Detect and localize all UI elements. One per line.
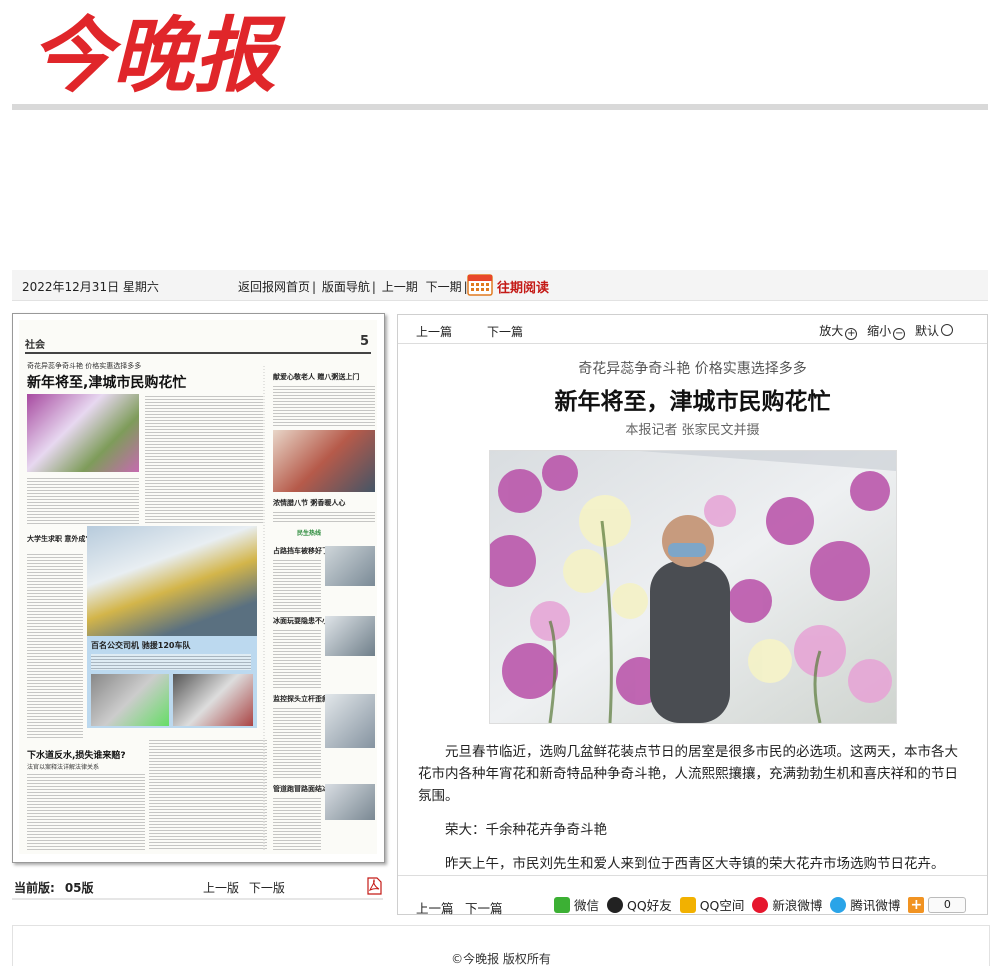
thumb-headline[interactable]: 新年将至,津城市民购花忙 [27, 372, 186, 392]
bottom-next-article[interactable]: 下一篇 [465, 898, 503, 917]
home-link[interactable]: 返回报网首页 [238, 280, 310, 294]
logo-text: 今晚报 [30, 8, 286, 100]
current-page-label: 当前版: [14, 881, 55, 895]
circle-icon [941, 324, 953, 336]
thumb-mid-headline[interactable]: 下水道反水,损失谁来赔? [27, 748, 126, 761]
text-block [149, 738, 267, 850]
date-nav-bar: 2022年12月31日 星期六 返回报网首页 | 版面导航 | 上一期 下一期 | 往… [12, 270, 988, 301]
pdf-icon[interactable] [366, 877, 382, 895]
thumb-photo-4[interactable] [173, 674, 253, 726]
thumb-right-head-4[interactable]: 冰面玩耍隐患不小 [273, 616, 329, 626]
share-bar: 微信 QQ好友 QQ空间 新浪微博 腾讯微博 + 0 [554, 895, 967, 914]
article-toolbar: 上一篇 下一篇 放大 + 缩小 − 默认 [398, 315, 987, 344]
current-page-indicator: 当前版: 05版 [14, 879, 94, 896]
thumb-blue-caption[interactable]: 百名公交司机 驰援120车队 [91, 640, 190, 651]
calendar-icon[interactable] [467, 272, 493, 296]
page-pager: 上一版 下一版 [203, 879, 291, 896]
text-block [273, 384, 375, 426]
thumb-mid-sub: 法官以案释法详解法律关系 [27, 764, 100, 771]
thumb-ambulance-photo[interactable] [87, 526, 257, 636]
left-divider [12, 898, 383, 900]
thumb-right-head-5[interactable]: 监控探头立杆歪斜 [273, 694, 329, 704]
tencent-weibo-icon [830, 896, 847, 913]
top-prev-article[interactable]: 上一篇 [416, 323, 452, 340]
thumb-photo-9[interactable] [325, 784, 375, 820]
newspaper-logo[interactable]: 今晚报 [28, 4, 298, 100]
text-block [273, 510, 375, 524]
page-nav-link[interactable]: 版面导航 [322, 280, 370, 294]
zoom-in-button[interactable]: 放大 + [819, 324, 863, 340]
page-thumbnail[interactable]: 社会 5 奇花异蕊争奇斗艳 价格实惠选择多多 新年将至,津城市民购花忙 大学生求… [19, 320, 377, 854]
article-paragraph: 昨天上午，市民刘先生和爱人来到位于西青区大寺镇的荣大花卉市场选购节日花卉。 [445, 856, 945, 872]
nav-links: 返回报网首页 | 版面导航 | 上一期 下一期 | [238, 280, 468, 294]
thumb-photo-7[interactable] [325, 616, 375, 656]
text-block [91, 654, 251, 670]
thumb-photo-5[interactable] [273, 430, 375, 492]
thumb-kicker: 奇花异蕊争奇斗艳 价格实惠选择多多 [27, 362, 142, 370]
thumb-right-head-6[interactable]: 管道跑冒路面结冰 [273, 784, 329, 794]
copyright: ©今晚报 版权所有 [451, 952, 551, 966]
article-body: 元旦春节临近，选购几盆鲜花装点节日的居室是很多市民的必选项。这两天，本市各大花市… [418, 741, 970, 887]
thumb-photo-3[interactable] [91, 674, 169, 726]
thumb-right-head-3[interactable]: 占路挡车被移好了 [273, 546, 329, 556]
more-share-plus-icon[interactable]: + [908, 896, 925, 913]
text-block [27, 476, 139, 524]
column-rule [263, 364, 265, 850]
article-panel: 上一篇 下一篇 放大 + 缩小 − 默认 奇花异蕊争奇斗艳 价格实惠选择多多 新年将… [397, 314, 988, 917]
article-footer-bar: 上一篇 下一篇 微信 QQ好友 QQ空间 新浪微博 腾讯微博 + 0 [398, 875, 987, 917]
thumb-photo-6[interactable] [325, 546, 375, 586]
text-block [273, 706, 321, 780]
past-reading-link[interactable]: 往期阅读 [497, 277, 549, 296]
text-block [273, 628, 321, 690]
share-qzone[interactable]: QQ空间 [679, 895, 744, 914]
thumb-flower-photo[interactable] [27, 394, 139, 472]
text-block [145, 394, 263, 524]
article-subheading: 荣大：千余种花卉争奇斗艳 [445, 822, 607, 838]
page-number: 5 [359, 334, 369, 349]
qzone-star-icon [679, 896, 696, 913]
page-thumbnail-frame[interactable]: 社会 5 奇花异蕊争奇斗艳 价格实惠选择多多 新年将至,津城市民购花忙 大学生求… [12, 313, 385, 863]
next-page-link[interactable]: 下一版 [249, 881, 285, 895]
issue-date: 2022年12月31日 星期六 [22, 280, 159, 294]
page-section: 社会 [25, 340, 45, 351]
article-title: 新年将至，津城市民购花忙 [554, 388, 831, 415]
text-block [273, 796, 321, 850]
plus-circle-icon: + [845, 328, 858, 340]
article-paragraph: 元旦春节临近，选购几盆鲜花装点节日的居室是很多市民的必选项。这两天，本市各大花市… [418, 744, 958, 804]
article-byline: 本报记者 张家民文并摄 [625, 423, 760, 438]
footer: ©今晚报 版权所有 [12, 925, 990, 966]
thumb-right-head-1[interactable]: 献爱心敬老人 赠八粥送上门 [273, 372, 359, 382]
text-block [27, 772, 145, 850]
minus-circle-icon: − [893, 328, 906, 340]
share-sina-weibo[interactable]: 新浪微博 [752, 895, 822, 914]
top-next-article[interactable]: 下一篇 [487, 323, 523, 340]
default-size-button[interactable]: 默认 [915, 324, 959, 338]
share-tencent-weibo[interactable]: 腾讯微博 [830, 895, 900, 914]
prev-issue-link[interactable]: 上一期 [382, 280, 418, 294]
share-wechat[interactable]: 微信 [554, 895, 599, 914]
thumb-photo-8[interactable] [325, 694, 375, 748]
thumb-green-tag: 民生热线 [297, 530, 322, 537]
qq-icon [607, 896, 624, 913]
next-issue-link[interactable]: 下一期 [426, 280, 462, 294]
share-qq-friend[interactable]: QQ好友 [607, 895, 672, 914]
bottom-prev-article[interactable]: 上一篇 [416, 898, 454, 917]
share-count: 0 [928, 896, 967, 913]
wechat-icon [554, 896, 570, 913]
weibo-icon [752, 896, 769, 913]
current-page-value: 05版 [64, 881, 94, 895]
prev-page-link[interactable]: 上一版 [203, 881, 239, 895]
article-kicker: 奇花异蕊争奇斗艳 价格实惠选择多多 [578, 361, 807, 377]
flower-market-photo [490, 451, 896, 723]
article-photo[interactable] [489, 450, 897, 724]
zoom-out-button[interactable]: 缩小 − [867, 324, 911, 340]
font-size-controls: 放大 + 缩小 − 默认 [819, 322, 959, 340]
page-head-rule [25, 352, 371, 354]
text-block [273, 558, 321, 612]
header-divider [12, 104, 988, 110]
text-block [27, 552, 83, 738]
thumb-right-head-2[interactable]: 浓情腊八节 粥香暖人心 [273, 498, 345, 508]
